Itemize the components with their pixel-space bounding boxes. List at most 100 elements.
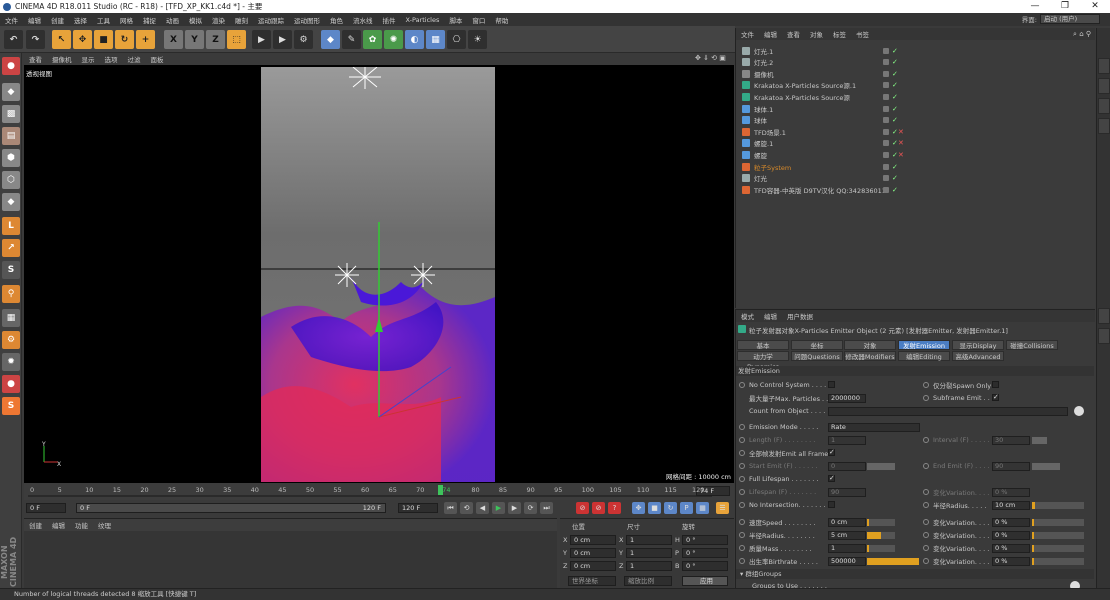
goto-start-button[interactable]: ⏮: [444, 502, 457, 514]
coord-rotation-field[interactable]: 0 °: [682, 561, 728, 571]
lifespan-field[interactable]: 90: [828, 488, 866, 497]
menu-item[interactable]: 工具: [92, 15, 115, 25]
coord-position-field[interactable]: 0 cm: [570, 535, 616, 545]
attribute-menu-item[interactable]: 用户数据: [782, 311, 818, 321]
menu-item[interactable]: 运动跟踪: [253, 15, 289, 25]
pen-tool-button[interactable]: ✎: [342, 30, 361, 49]
cloner-button[interactable]: ✺: [384, 30, 403, 49]
object-row[interactable]: 粒子System ✓: [738, 161, 1094, 172]
coord-position-field[interactable]: 0 cm: [570, 561, 616, 571]
menu-item[interactable]: 捕捉: [138, 15, 161, 25]
layer-tag-icon[interactable]: [883, 82, 889, 89]
enable-check-icon[interactable]: ✓: [892, 93, 898, 101]
layer-tag-icon[interactable]: [883, 105, 889, 112]
enable-check-icon[interactable]: ✓: [892, 105, 898, 113]
render-view-button[interactable]: ▶: [252, 30, 271, 49]
key-rotation-button[interactable]: ↻: [664, 502, 677, 514]
speed-variation-slider[interactable]: [1032, 519, 1084, 526]
start-emit-field[interactable]: 0: [828, 462, 866, 471]
light-button[interactable]: ☀: [468, 30, 487, 49]
coord-rotation-field[interactable]: 0 °: [682, 535, 728, 545]
menu-item[interactable]: 网格: [115, 15, 138, 25]
layer-tag-icon[interactable]: [883, 117, 889, 124]
key-pla-button[interactable]: ▦: [696, 502, 709, 514]
add-tool-button[interactable]: +: [136, 30, 155, 49]
pick-object-icon[interactable]: [1074, 406, 1084, 416]
coord-rotation-field[interactable]: 0 °: [682, 548, 728, 558]
keyframe-selection-button[interactable]: ?: [608, 502, 621, 514]
attribute-tab[interactable]: 坐标: [791, 340, 843, 350]
enable-check-icon[interactable]: ✓: [892, 47, 898, 55]
coordinate-system-button[interactable]: ⬚: [227, 30, 246, 49]
subframe-checkbox[interactable]: ✓: [992, 394, 999, 401]
attribute-tab[interactable]: 发射Emission: [898, 340, 950, 350]
range-slider[interactable]: 0 F 120 F: [76, 503, 386, 513]
length-field[interactable]: 1: [828, 436, 866, 445]
max-particles-field[interactable]: 2000000: [828, 394, 866, 403]
enable-check-icon[interactable]: ✓: [892, 151, 898, 159]
enable-check-icon[interactable]: ✓: [892, 174, 898, 182]
undo-button[interactable]: ↶: [4, 30, 23, 49]
texture-mode-icon[interactable]: ▩: [2, 105, 20, 123]
menu-item[interactable]: 动画: [161, 15, 184, 25]
enable-check-icon[interactable]: ✓: [892, 81, 898, 89]
menu-item[interactable]: 脚本: [444, 15, 467, 25]
attribute-tab[interactable]: 显示Display: [952, 340, 1004, 350]
groups-section-header[interactable]: ▾ 群组Groups: [736, 569, 1094, 579]
birthrate-field[interactable]: 500000: [828, 557, 866, 566]
object-row[interactable]: TFD容器-中英版 D9TV汉化 QQ:342836011 ✓: [738, 184, 1094, 195]
goto-end-button[interactable]: ⏭: [540, 502, 553, 514]
layer-tag-icon[interactable]: [883, 70, 889, 77]
layers-tab[interactable]: [1098, 118, 1110, 134]
viewport-menu-item[interactable]: 显示: [77, 54, 100, 64]
object-menu-item[interactable]: 标签: [828, 29, 851, 39]
attribute-tab[interactable]: 基本: [737, 340, 789, 350]
attribute-tab[interactable]: 动力学Dynamics: [737, 351, 789, 371]
material-menu-item[interactable]: 纹理: [93, 520, 116, 530]
next-key-button[interactable]: ⟳: [524, 502, 537, 514]
material-menu-item[interactable]: 编辑: [47, 520, 70, 530]
end-frame-field[interactable]: 120 F: [398, 503, 438, 513]
menu-item[interactable]: 模拟: [184, 15, 207, 25]
x-axis-button[interactable]: X: [164, 30, 183, 49]
spawn-only-checkbox[interactable]: [992, 381, 999, 388]
render-off-icon[interactable]: ✕: [898, 139, 904, 147]
radius-variation-field[interactable]: 0 %: [992, 531, 1030, 540]
layer-tab[interactable]: [1098, 328, 1110, 344]
birthrate-slider[interactable]: [867, 558, 919, 565]
redo-button[interactable]: ↷: [26, 30, 45, 49]
key-scale-button[interactable]: ■: [648, 502, 661, 514]
material-menu-item[interactable]: 创建: [24, 520, 47, 530]
layer-tag-icon[interactable]: [883, 47, 889, 54]
prev-frame-button[interactable]: ◀: [476, 502, 489, 514]
menu-item[interactable]: 雕刻: [230, 15, 253, 25]
menu-item[interactable]: 窗口: [467, 15, 490, 25]
axis-mode-icon[interactable]: L: [2, 217, 20, 235]
intersect-radius-field[interactable]: 10 cm: [992, 501, 1030, 510]
layer-tag-icon[interactable]: [883, 59, 889, 66]
viewport-menu-item[interactable]: 面板: [146, 54, 169, 64]
locked-workplane-icon[interactable]: ⚙: [2, 331, 20, 349]
object-row[interactable]: 螺旋.1 ✓ ✕: [738, 138, 1094, 149]
autokey-button[interactable]: ⊘: [592, 502, 605, 514]
render-settings-button[interactable]: ⚙: [294, 30, 313, 49]
particles-icon[interactable]: ✹: [2, 353, 20, 371]
enable-check-icon[interactable]: ✓: [892, 128, 898, 136]
attribute-menu-item[interactable]: 模式: [736, 311, 759, 321]
structure-tab[interactable]: [1098, 98, 1110, 114]
object-manager-tools-icon[interactable]: ⌕ ⌂ ⚲: [1073, 30, 1091, 39]
attribute-tab[interactable]: 高级Advanced: [952, 351, 1004, 361]
layout-select[interactable]: 启动 (用户): [1040, 14, 1100, 24]
rotate-tool-button[interactable]: ↻: [115, 30, 134, 49]
maximize-button[interactable]: ❐: [1050, 0, 1080, 13]
floor-button[interactable]: ▦: [426, 30, 445, 49]
layer-tag-icon[interactable]: [883, 140, 889, 147]
coord-size-field[interactable]: 1: [626, 535, 672, 545]
enable-check-icon[interactable]: ✓: [892, 70, 898, 78]
y-axis-button[interactable]: Y: [185, 30, 204, 49]
count-from-field[interactable]: [828, 407, 1068, 416]
make-editable-icon[interactable]: ●: [2, 57, 20, 75]
z-axis-button[interactable]: Z: [206, 30, 225, 49]
menu-item[interactable]: 流水线: [348, 15, 378, 25]
object-row[interactable]: Krakatoa X-Particles Source源 ✓: [738, 91, 1094, 102]
